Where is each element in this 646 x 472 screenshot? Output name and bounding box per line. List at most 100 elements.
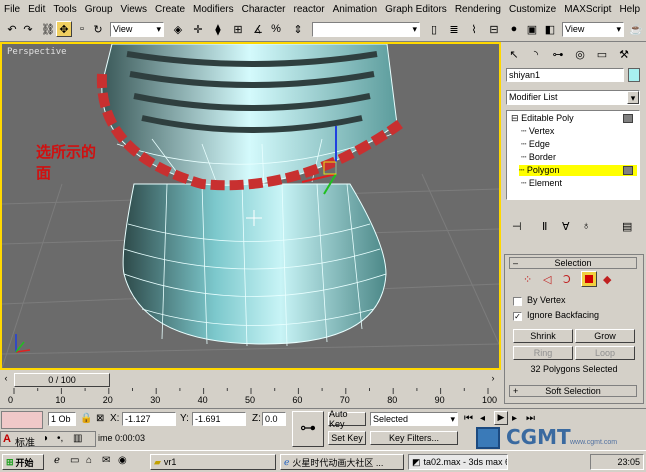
spinner-snap-icon[interactable]: ⇕ [290, 21, 306, 37]
ref-coord-dropdown[interactable]: View ▾ [110, 22, 164, 37]
curve-editor-icon[interactable]: ⌇ [466, 21, 482, 37]
menu-edit[interactable]: Edit [28, 4, 45, 15]
stack-item-vertex[interactable]: ┄ Vertex [521, 126, 554, 137]
motion-tab-icon[interactable]: ◎ [570, 45, 590, 63]
collapse-icon[interactable]: ⊟ [511, 113, 519, 123]
menu-graph-editors[interactable]: Graph Editors [385, 4, 447, 15]
ring-button[interactable]: Ring [513, 346, 573, 360]
utilities-tab-icon[interactable]: ⚒ [614, 45, 634, 63]
play-icon[interactable]: ▶ [494, 411, 508, 425]
modify-tab-icon[interactable]: ◝ [526, 45, 546, 63]
remove-modifier-icon[interactable]: ♁ [582, 220, 590, 232]
set-key-button[interactable]: Set Key [328, 431, 366, 445]
render-scene-icon[interactable]: ▣ [524, 21, 540, 37]
show-end-result-icon[interactable]: Ⅱ [542, 220, 547, 233]
menu-modifiers[interactable]: Modifiers [193, 4, 234, 15]
perspective-viewport[interactable]: Perspective 选所示的 面 [0, 42, 501, 370]
select-icon[interactable]: ▫ [74, 21, 90, 37]
polygon-mode-icon[interactable] [581, 271, 597, 287]
half-width-icon[interactable]: ◗ [43, 433, 49, 444]
stack-item-border[interactable]: ┄ Border [521, 152, 556, 163]
select-move-icon[interactable]: ✥ [56, 21, 72, 37]
menu-animation[interactable]: Animation [333, 4, 377, 15]
hierarchy-tab-icon[interactable]: ⊶ [548, 45, 568, 63]
punctuation-icon[interactable]: •, [57, 433, 63, 444]
key-filters-button[interactable]: Key Filters... [370, 431, 458, 445]
menu-customize[interactable]: Customize [509, 4, 556, 15]
border-mode-icon[interactable]: Ↄ [563, 273, 571, 286]
menu-rendering[interactable]: Rendering [455, 4, 501, 15]
time-slider-thumb[interactable]: 0 / 100 [14, 373, 110, 387]
ime-mode-label[interactable]: 标准 [15, 434, 35, 449]
configure-sets-icon[interactable]: ▤ [622, 220, 632, 233]
grow-button[interactable]: Grow [575, 329, 635, 343]
key-icon[interactable]: ⊶ [292, 411, 324, 447]
x-coord-field[interactable]: -1.127 [122, 412, 176, 426]
taskbar-item-vr1[interactable]: ▰ vr1 [150, 454, 276, 470]
material-editor-icon[interactable]: ● [506, 21, 522, 37]
lock-icon[interactable]: 🔒 [80, 413, 92, 424]
outlook-icon[interactable]: ✉ [102, 455, 110, 466]
start-button[interactable]: ⊞ 开始 [2, 454, 44, 470]
vertex-mode-icon[interactable]: ⁘ [523, 273, 532, 286]
viewport-label[interactable]: Perspective [7, 47, 67, 57]
object-name-field[interactable]: shiyan1 [506, 68, 624, 82]
taskbar-item-browser[interactable]: ℯ 火星时代动画大社区 ... [280, 454, 404, 470]
align-icon[interactable]: ⊞ [230, 21, 246, 37]
stack-root[interactable]: ⊟ Editable Poly [511, 113, 574, 124]
desktop-icon[interactable]: ▭ [70, 455, 79, 466]
menu-file[interactable]: File [4, 4, 20, 15]
rotate-icon[interactable]: ↻ [90, 21, 106, 37]
stack-item-edge[interactable]: ┄ Edge [521, 139, 550, 150]
media-icon[interactable]: ◉ [118, 455, 127, 466]
menu-character[interactable]: Character [242, 4, 286, 15]
display-tab-icon[interactable]: ▭ [592, 45, 612, 63]
stack-item-polygon[interactable]: ┄ Polygon [519, 165, 637, 176]
soft-keyboard-icon[interactable]: ▥ [73, 433, 82, 444]
selection-rollout-header[interactable]: – Selection [509, 257, 637, 269]
create-tab-icon[interactable]: ↖ [504, 45, 524, 63]
auto-key-button[interactable]: Auto Key [328, 409, 366, 429]
time-slider[interactable]: ‹ 0 / 100 › [0, 372, 501, 388]
render-view-dropdown[interactable]: View ▾ [562, 22, 624, 37]
explorer-icon[interactable]: ⌂ [86, 455, 92, 466]
undo-icon[interactable]: ↶ [4, 21, 20, 37]
go-to-end-icon[interactable]: ⏭ [526, 413, 535, 424]
element-mode-icon[interactable]: ◆ [603, 273, 611, 286]
named-selection-dropdown[interactable]: ▾ [312, 22, 420, 37]
layer-icon[interactable]: ≣ [446, 21, 462, 37]
y-coord-field[interactable]: -1.691 [192, 412, 246, 426]
menu-group[interactable]: Group [85, 4, 113, 15]
menu-reactor[interactable]: reactor [294, 4, 325, 15]
schematic-icon[interactable]: ⊟ [486, 21, 502, 37]
mirror-icon[interactable]: ⧫ [210, 21, 226, 37]
menu-help[interactable]: Help [619, 4, 640, 15]
maxscript-listener[interactable] [1, 411, 43, 429]
next-frame-icon[interactable]: ▸ [512, 413, 517, 424]
shrink-button[interactable]: Shrink [513, 329, 573, 343]
redo-icon[interactable]: ↷ [20, 21, 36, 37]
menu-views[interactable]: Views [121, 4, 148, 15]
modifier-list-dropdown[interactable]: Modifier List ▾ [506, 90, 640, 105]
snap-icon[interactable]: ∡ [250, 21, 266, 37]
loop-button[interactable]: Loop [575, 346, 635, 360]
mirror-tool-icon[interactable]: ▯ [426, 21, 442, 37]
menu-create[interactable]: Create [155, 4, 185, 15]
by-vertex-checkbox[interactable] [513, 297, 522, 306]
angle-snap-icon[interactable]: % [268, 21, 284, 37]
chevron-left-icon[interactable]: ‹ [0, 373, 12, 387]
quick-render-icon[interactable]: ◧ [542, 21, 558, 37]
soft-selection-rollout-header[interactable]: + Soft Selection [509, 385, 637, 397]
pin-stack-icon[interactable]: ⊣ [512, 220, 522, 233]
z-coord-field[interactable]: 0.0 [262, 412, 286, 426]
object-color-swatch[interactable] [628, 68, 640, 82]
go-to-start-icon[interactable]: ⏮ [464, 413, 473, 424]
ignore-backfacing-checkbox[interactable]: ✓ [513, 312, 522, 321]
edge-mode-icon[interactable]: ◁ [543, 273, 551, 286]
absolute-mode-icon[interactable]: ⊠ [96, 413, 104, 424]
ie-icon[interactable]: ℯ [54, 455, 60, 466]
make-unique-icon[interactable]: ∀ [562, 220, 570, 233]
prev-frame-icon[interactable]: ◂ [480, 413, 485, 424]
track-bar[interactable]: 0 10 20 30 40 50 60 70 80 90 100 [0, 388, 501, 408]
axis-constraint-icon[interactable]: ✛ [190, 21, 206, 37]
